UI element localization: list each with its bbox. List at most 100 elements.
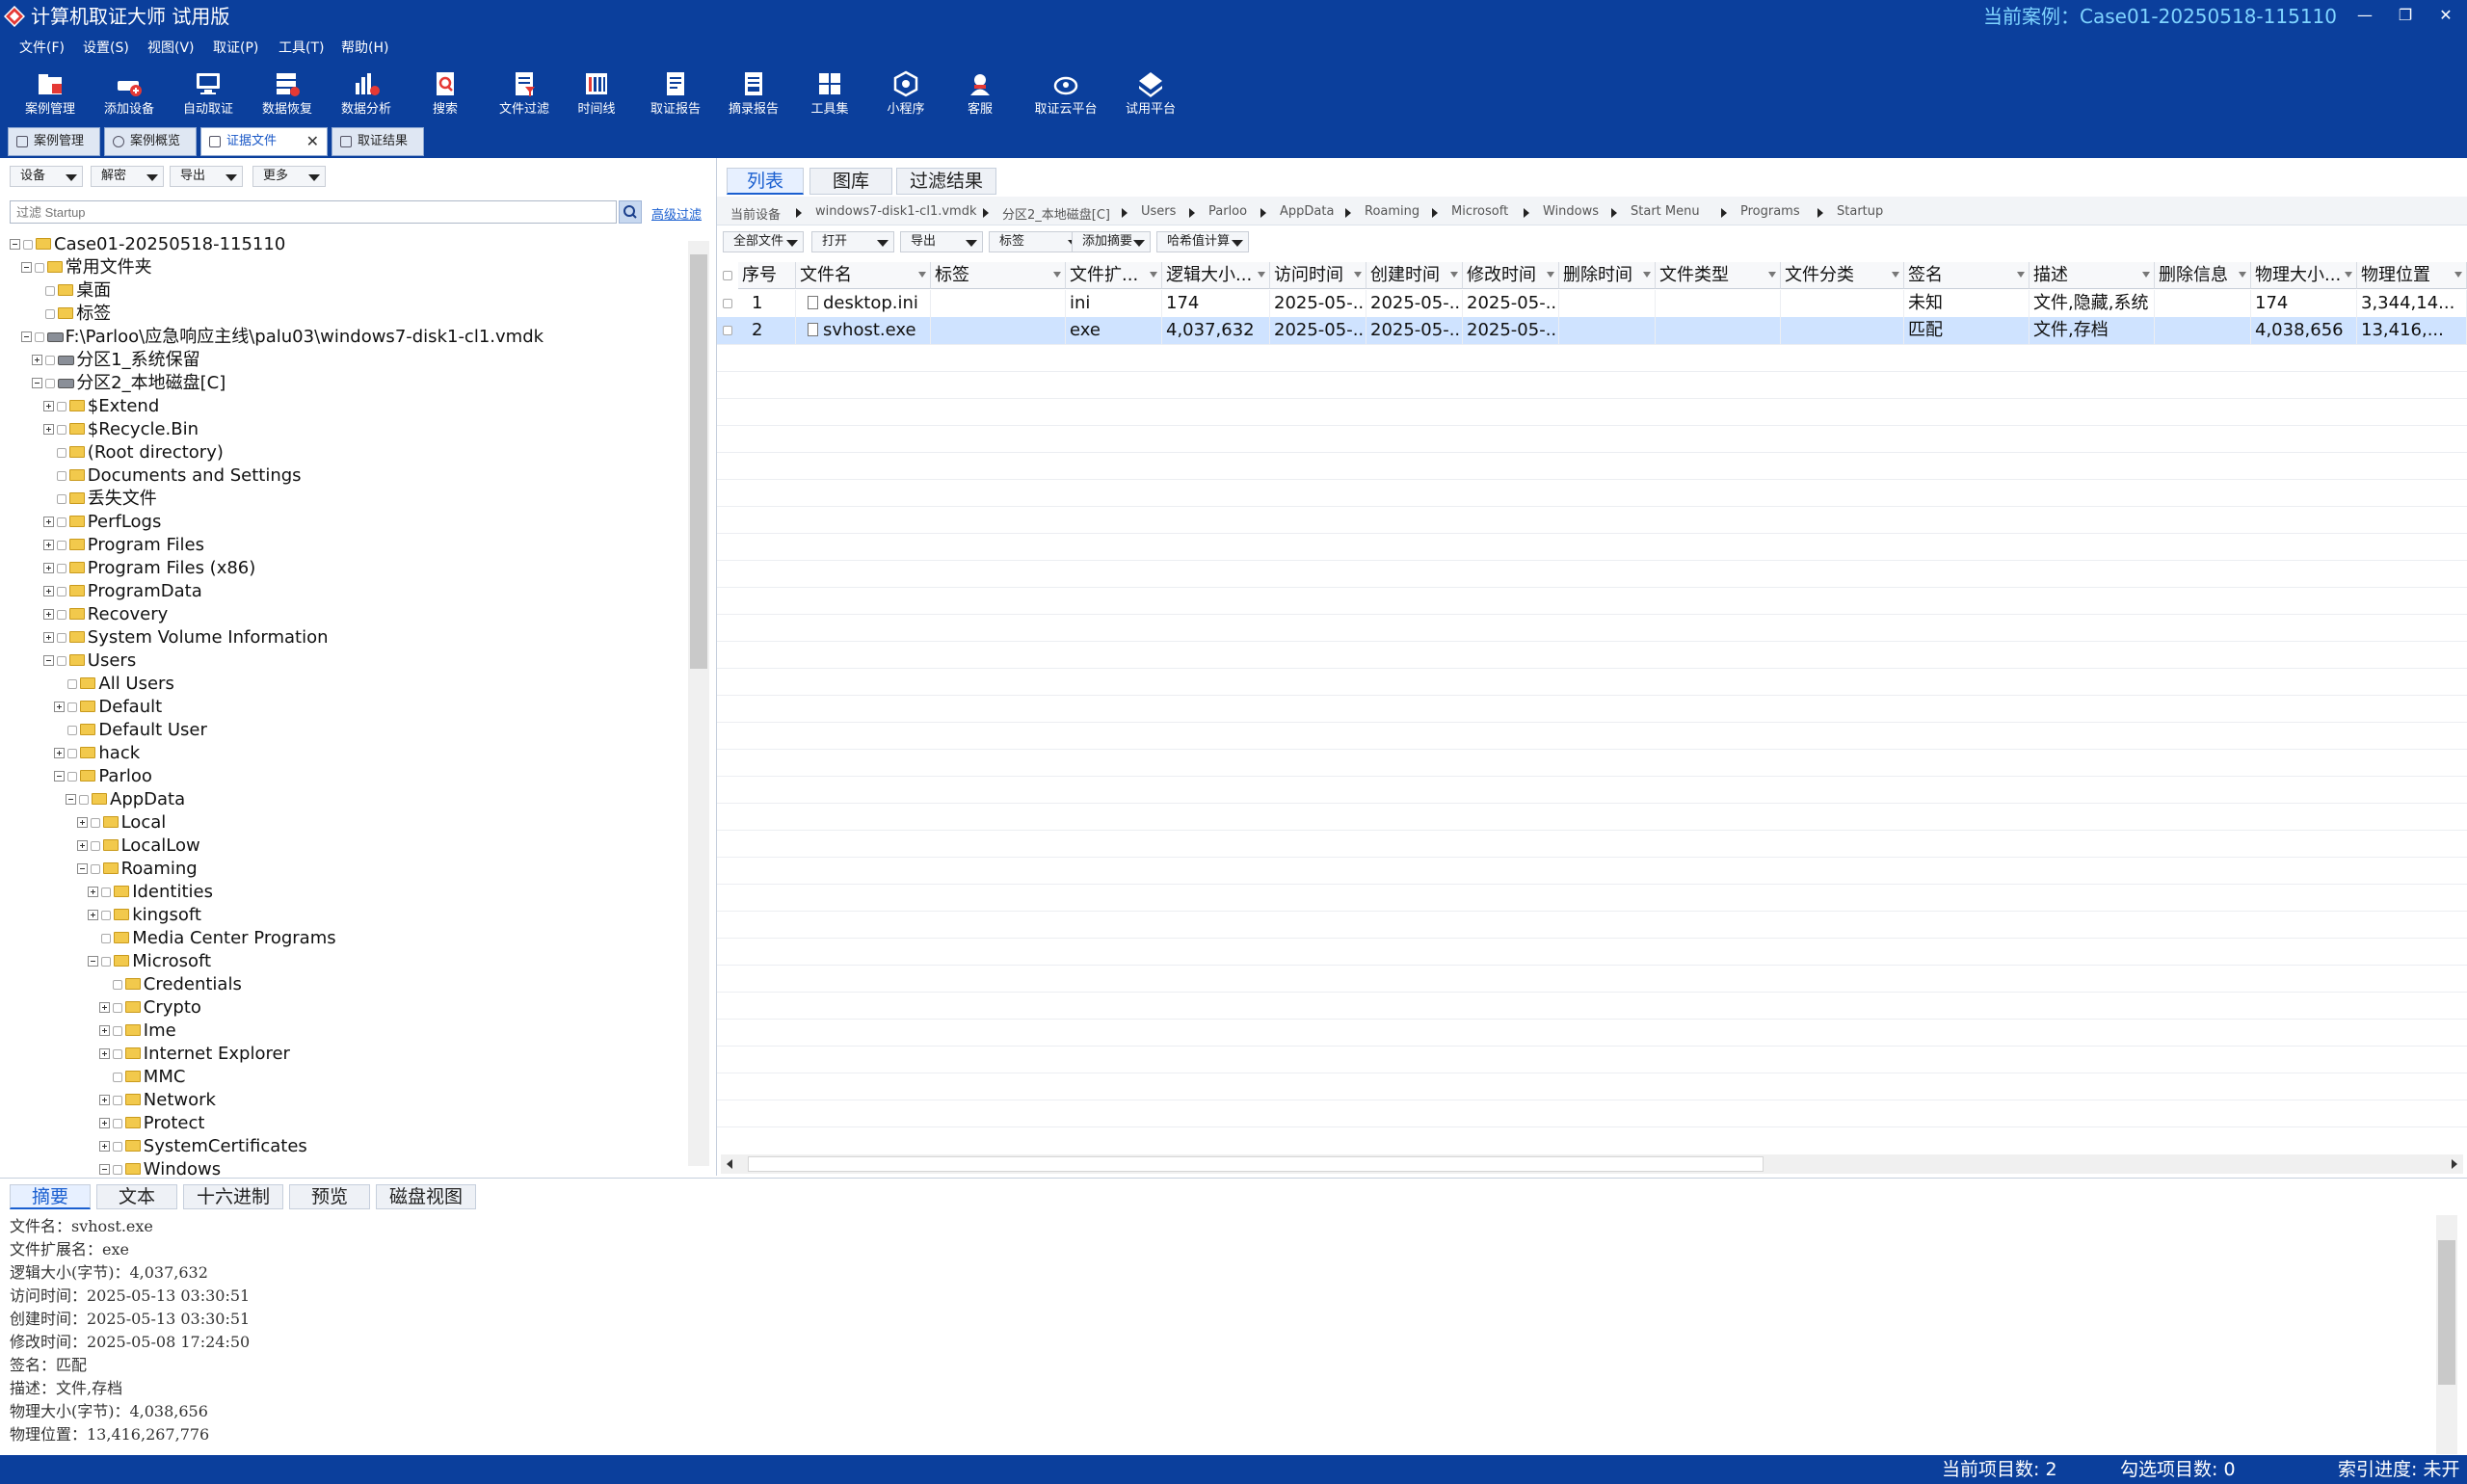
tree-node[interactable]: Protect [0,1112,686,1135]
tree-checkbox[interactable] [101,934,112,943]
tool-customer-service-button[interactable]: 客服 [941,67,1020,125]
collapse-icon[interactable] [54,771,66,782]
tool-cloud-platform-button[interactable]: 取证云平台 [1025,67,1106,125]
tree-node[interactable]: 分区1_系统保留 [0,349,686,372]
tree-checkbox[interactable] [79,795,89,805]
tree-checkbox[interactable] [101,957,112,967]
tab-text[interactable]: 文本 [96,1184,177,1209]
tool-case-management-button[interactable]: 案例管理 [11,67,90,125]
tree-node[interactable]: Identities [0,881,686,904]
column-filter-icon[interactable] [1643,272,1651,278]
tab-evidence-files[interactable]: 证据文件 ✕ [200,127,328,156]
decrypt-dropdown[interactable]: 解密 [91,166,164,187]
tree-node[interactable]: Crypto [0,996,686,1020]
tree-node[interactable]: Recovery [0,603,686,626]
tree-node[interactable]: Roaming [0,858,686,881]
tree-node[interactable]: Network [0,1089,686,1112]
tree-node[interactable]: Users [0,649,686,673]
tab-gallery[interactable]: 图库 [809,168,892,195]
tree-checkbox[interactable] [112,980,122,990]
breadcrumb-item[interactable]: Startup [1837,204,1883,219]
breadcrumb-item[interactable]: Start Menu [1631,204,1700,219]
tree-node[interactable]: Program Files (x86) [0,557,686,580]
tree-node[interactable]: MMC [0,1066,686,1089]
close-tab-icon[interactable]: ✕ [306,128,319,155]
column-header[interactable]: 修改时间 [1463,262,1559,289]
tree-node[interactable]: AppData [0,788,686,811]
expand-icon[interactable] [42,586,54,596]
breadcrumb-item[interactable]: Users [1141,204,1176,219]
tree-checkbox[interactable] [56,656,66,666]
tree-checkbox[interactable] [90,841,100,851]
tool-excerpt-report-button[interactable]: 摘录报告 [714,67,793,125]
expand-icon[interactable] [98,1118,110,1128]
tool-timeline-button[interactable]: 时间线 [557,67,636,125]
tree-checkbox[interactable] [67,726,78,735]
tab-filter-results[interactable]: 过滤结果 [896,168,996,195]
column-header[interactable]: 文件扩... [1066,262,1162,289]
tree-node[interactable]: Default User [0,719,686,742]
column-filter-icon[interactable] [1053,272,1061,278]
expand-icon[interactable] [42,609,54,620]
column-header[interactable]: 创建时间 [1366,262,1463,289]
tree-filter-input[interactable] [10,200,617,224]
collapse-icon[interactable] [42,655,54,666]
row-checkbox[interactable] [723,326,732,335]
menu-help[interactable]: 帮助(H) [341,40,388,57]
column-filter-icon[interactable] [1547,272,1554,278]
tree-node[interactable]: 常用文件夹 [0,256,686,279]
column-header[interactable]: 物理位置 [2357,262,2467,289]
column-filter-icon[interactable] [1768,272,1776,278]
tree-node[interactable]: PerfLogs [0,511,686,534]
expand-icon[interactable] [88,887,99,897]
tab-case-overview[interactable]: 案例概览 [104,127,197,156]
table-row[interactable]: 1 desktop.ini ini 174 2025-05-... 2025-05-...… [717,290,2467,317]
expand-icon[interactable] [42,540,54,550]
collapse-icon[interactable] [66,794,76,805]
tree-checkbox[interactable] [112,1026,122,1036]
column-header[interactable]: 标签 [931,262,1066,289]
tree-node[interactable]: Parloo [0,765,686,788]
tab-summary[interactable]: 摘要 [10,1184,91,1209]
tree-checkbox[interactable] [112,1142,122,1152]
breadcrumb-item[interactable]: Parloo [1208,204,1247,219]
export-list-dropdown[interactable]: 导出 [900,231,983,252]
table-scrollbar-thumb[interactable] [748,1156,1764,1172]
tree-node[interactable]: F:\Parloo\应急响应主线\palu03\windows7-disk1-c… [0,326,686,349]
tree-node[interactable]: 分区2_本地磁盘[C] [0,372,686,395]
column-header[interactable]: 访问时间 [1270,262,1366,289]
expand-icon[interactable] [76,817,88,828]
column-header[interactable]: 文件分类 [1781,262,1904,289]
column-filter-icon[interactable] [2239,272,2246,278]
tree-checkbox[interactable] [45,309,56,319]
table-row[interactable]: 2 svhost.exe exe 4,037,632 2025-05-... 2025-0… [717,317,2467,344]
tree-checkbox[interactable] [45,356,56,365]
tree-checkbox[interactable] [34,332,44,342]
column-filter-icon[interactable] [1258,272,1265,278]
tree-node[interactable]: System Volume Information [0,626,686,649]
tree-checkbox[interactable] [67,702,78,712]
tree-checkbox[interactable] [56,402,66,411]
tool-mini-program-button[interactable]: 小程序 [866,67,945,125]
tree-node[interactable]: 标签 [0,303,686,326]
column-header[interactable]: 逻辑大小... [1162,262,1270,289]
collapse-icon[interactable] [10,239,20,250]
minimize-button[interactable]: — [2348,2,2382,29]
tree-node[interactable]: Ime [0,1020,686,1043]
tree-checkbox[interactable] [112,1049,122,1059]
tree-checkbox[interactable] [67,679,78,689]
collapse-icon[interactable] [76,863,88,874]
close-window-button[interactable]: ✕ [2428,2,2463,29]
expand-icon[interactable] [42,632,54,643]
tree-node[interactable]: Default [0,696,686,719]
column-filter-icon[interactable] [1150,272,1157,278]
tree-checkbox[interactable] [56,448,66,458]
tree-checkbox[interactable] [67,749,78,758]
tab-list[interactable]: 列表 [727,168,804,195]
tree-node[interactable]: (Root directory) [0,441,686,464]
column-header[interactable]: 签名 [1904,262,2029,289]
tree-node[interactable]: $Recycle.Bin [0,418,686,441]
breadcrumb-item[interactable]: Microsoft [1451,204,1508,219]
tree-checkbox[interactable] [23,240,33,250]
tree-node[interactable]: Program Files [0,534,686,557]
